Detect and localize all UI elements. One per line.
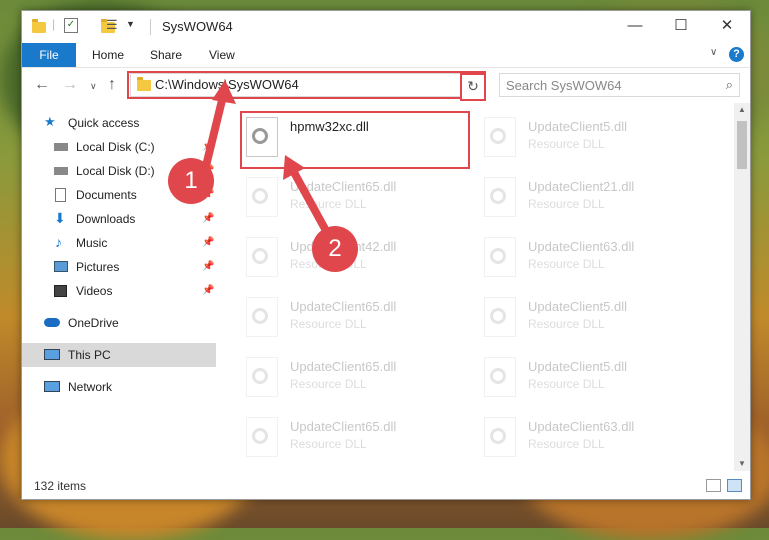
step-badge-1: 1 (168, 158, 214, 204)
arrow-1-head (212, 80, 236, 104)
step-badge-2: 2 (312, 226, 358, 272)
annotation-arrows (201, 80, 334, 242)
arrow-2-line (286, 161, 334, 242)
